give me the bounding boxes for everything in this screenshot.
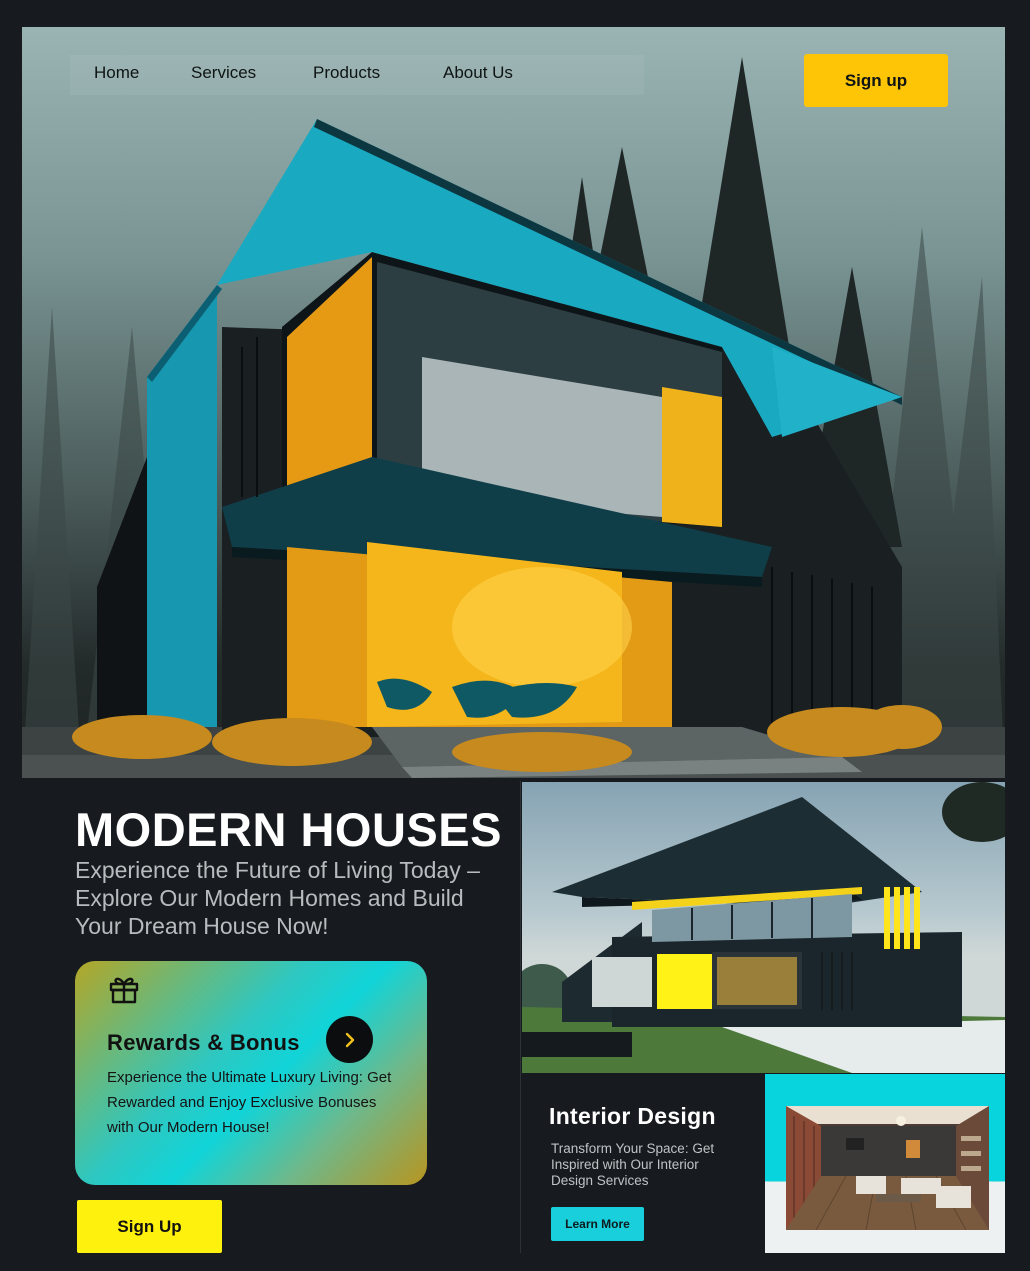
page-subtitle: Experience the Future of Living Today – … <box>75 857 480 939</box>
interior-title: Interior Design <box>549 1103 716 1129</box>
column-divider <box>520 781 521 1253</box>
rewards-title: Rewards & Bonus <box>107 1030 300 1055</box>
nav-about-us[interactable]: About Us <box>443 63 513 83</box>
interior-description: Transform Your Space: Get Inspired with … <box>551 1141 715 1188</box>
signup-button-bottom[interactable]: Sign Up <box>77 1200 222 1253</box>
interior-photo-frame <box>765 1074 1005 1253</box>
nav-home[interactable]: Home <box>94 63 139 83</box>
nav-products[interactable]: Products <box>313 63 380 83</box>
modern-house-photo <box>522 782 1005 1073</box>
gift-icon <box>109 977 139 1004</box>
page-title: MODERN HOUSES <box>75 803 502 856</box>
chevron-right-icon <box>345 1032 354 1047</box>
hero-banner: Home Services Products About Us Sign up <box>22 27 1005 778</box>
interior-room-photo <box>786 1106 989 1230</box>
nav-services[interactable]: Services <box>191 63 256 83</box>
learn-more-button[interactable]: Learn More <box>551 1207 644 1241</box>
rewards-description: Experience the Ultimate Luxury Living: G… <box>107 1069 392 1136</box>
signup-button-top[interactable]: Sign up <box>804 54 948 107</box>
modern-house-illustration <box>22 57 1005 778</box>
rewards-card: Rewards & Bonus Experience the Ultimate … <box>75 961 427 1185</box>
rewards-next-button[interactable] <box>326 1016 373 1063</box>
